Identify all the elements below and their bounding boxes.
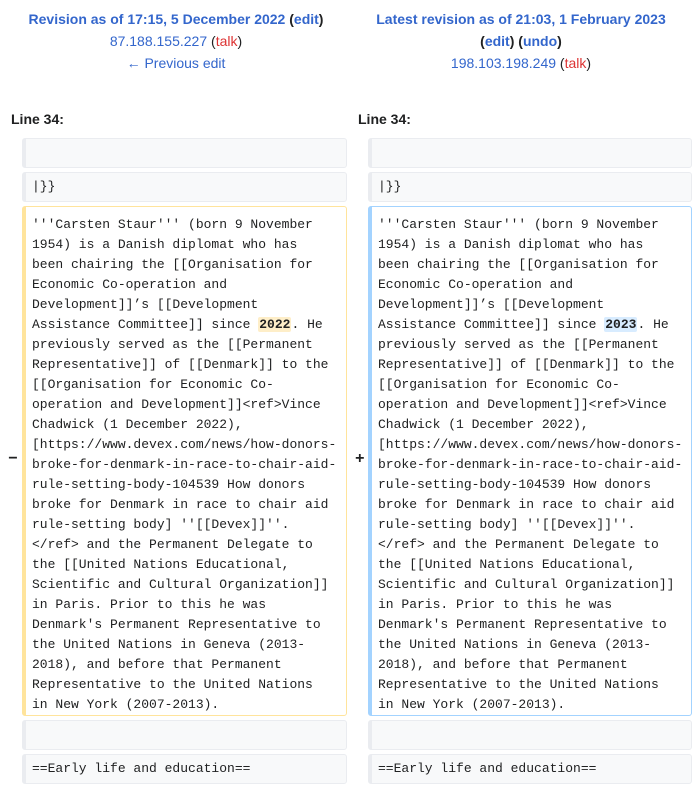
deletion-marker: −	[8, 450, 18, 468]
added-text-after: . He previously served as the [[Permanen…	[378, 317, 683, 712]
context-line-old: |}}	[22, 172, 347, 202]
context-line-old	[22, 138, 347, 168]
old-edit-link[interactable]: edit	[294, 11, 319, 27]
context-text: |}}	[32, 179, 56, 194]
context-line-new: |}}	[368, 172, 692, 202]
old-talk-link[interactable]: talk	[216, 33, 238, 49]
added-line-text: '''Carsten Staur''' (born 9 November 195…	[378, 215, 687, 715]
added-text-before: '''Carsten Staur''' (born 9 November 195…	[378, 217, 659, 332]
context-line-new	[368, 720, 692, 750]
context-line-old	[22, 720, 347, 750]
paren-close: )	[237, 33, 243, 49]
deleted-text-before: '''Carsten Staur''' (born 9 November 195…	[32, 217, 313, 332]
old-revision-link[interactable]: Revision as of 17:15, 5 December 2022	[29, 11, 286, 27]
deleted-line: '''Carsten Staur''' (born 9 November 195…	[22, 206, 347, 716]
addition-marker: +	[355, 450, 365, 468]
new-revision-link[interactable]: Latest revision as of 21:03, 1 February …	[376, 11, 665, 27]
context-line-new	[368, 138, 692, 168]
old-revision-header: Revision as of 17:15, 5 December 2022 (e…	[0, 8, 352, 74]
added-line: '''Carsten Staur''' (born 9 November 195…	[368, 206, 692, 716]
paren-close: )	[318, 11, 324, 27]
new-line-number: Line 34:	[358, 111, 411, 127]
old-line-number: Line 34:	[11, 111, 64, 127]
undo-link[interactable]: undo	[523, 33, 557, 49]
context-line-new: ==Early life and education==	[368, 754, 692, 784]
added-word: 2023	[604, 317, 638, 332]
context-text: ==Early life and education==	[32, 761, 251, 776]
context-line-old: ==Early life and education==	[22, 754, 347, 784]
deleted-line-text: '''Carsten Staur''' (born 9 November 195…	[32, 215, 342, 715]
old-user-link[interactable]: 87.188.155.227	[110, 33, 207, 49]
context-text: |}}	[378, 179, 402, 194]
new-talk-link[interactable]: talk	[565, 55, 587, 71]
new-edit-link[interactable]: edit	[485, 33, 510, 49]
previous-edit-link[interactable]: ← Previous edit	[127, 55, 226, 71]
context-text: ==Early life and education==	[378, 761, 597, 776]
deleted-word: 2022	[258, 317, 292, 332]
new-revision-header: Latest revision as of 21:03, 1 February …	[346, 8, 696, 74]
deleted-text-after: . He previously served as the [[Permanen…	[32, 317, 337, 712]
paren-separator: ) (	[509, 33, 523, 49]
paren-close: )	[586, 55, 592, 71]
paren-close: )	[557, 33, 562, 49]
new-user-link[interactable]: 198.103.198.249	[451, 55, 556, 71]
